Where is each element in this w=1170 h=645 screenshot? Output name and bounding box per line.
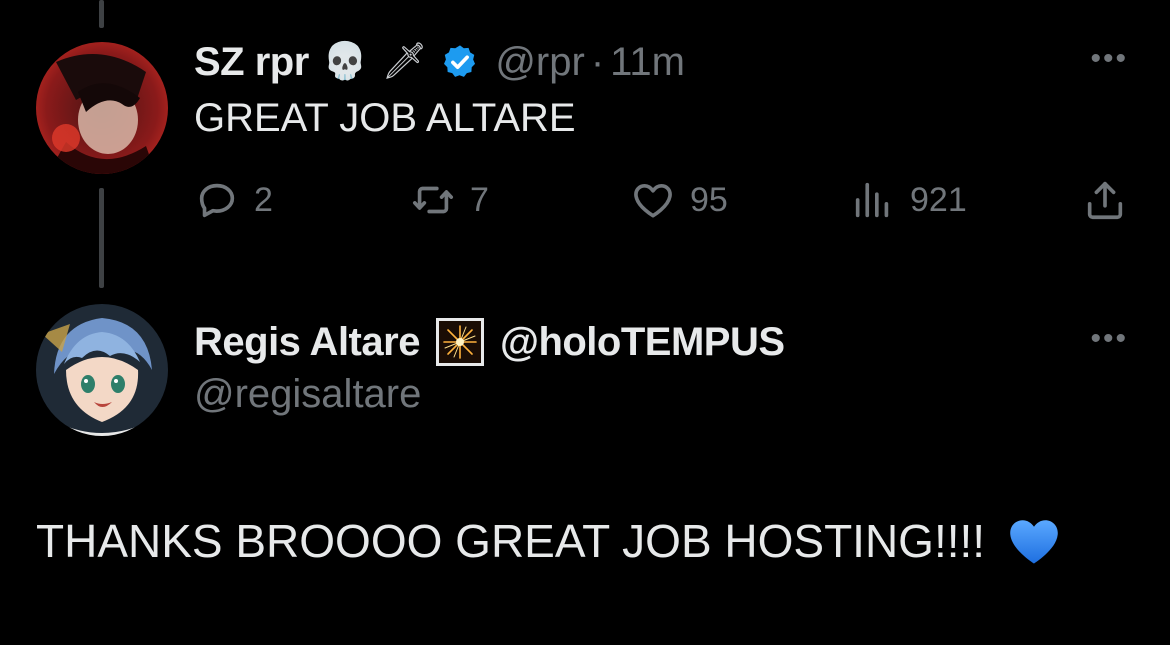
more-options-button[interactable]: •••	[1090, 44, 1128, 74]
reply-text-content: THANKS BROOOO GREAT JOB HOSTING!!!!	[36, 515, 986, 567]
reply-button[interactable]: 2	[194, 172, 273, 228]
affiliation-handle[interactable]: @holoTEMPUS	[500, 320, 785, 365]
share-icon	[1087, 181, 1123, 220]
reply-text: THANKS BROOOO GREAT JOB HOSTING!!!!	[36, 512, 1063, 570]
retweet-button[interactable]: 7	[410, 172, 489, 228]
retweet-count: 7	[470, 180, 489, 219]
verified-badge-icon[interactable]	[441, 43, 479, 81]
user-handle[interactable]: @regisaltare	[194, 372, 421, 417]
views-count: 921	[910, 180, 967, 219]
views-button[interactable]: 921	[850, 172, 967, 228]
retweet-icon	[412, 186, 454, 214]
user-handle[interactable]: @rpr	[495, 40, 585, 85]
like-icon	[634, 183, 672, 218]
timestamp[interactable]: 11m	[610, 40, 685, 85]
like-count: 95	[690, 180, 728, 219]
views-icon	[855, 182, 889, 218]
tweet-actions: 2 7 95 921	[0, 172, 1170, 228]
share-button[interactable]	[1082, 172, 1128, 228]
dagger-emoji-icon: 🗡	[381, 41, 428, 82]
firework-emoji-icon	[435, 318, 484, 366]
thread-connector-top	[99, 0, 104, 28]
avatar[interactable]	[36, 304, 168, 436]
reply-header: Regis Altare @holoTEMPUS	[194, 316, 785, 368]
reply-count: 2	[254, 180, 273, 219]
skull-emoji-icon: 💀	[322, 41, 368, 82]
separator-dot: ·	[590, 39, 605, 84]
reply-icon	[199, 183, 235, 218]
tweet-header: SZ rpr 💀 🗡 @rpr · 11m	[194, 36, 685, 88]
more-options-button[interactable]: •••	[1090, 324, 1128, 354]
tweet-text: GREAT JOB ALTARE	[194, 96, 576, 140]
blue-heart-emoji-icon	[1005, 512, 1063, 570]
like-button[interactable]: 95	[630, 172, 728, 228]
display-name[interactable]: Regis Altare	[194, 320, 420, 365]
display-name[interactable]: SZ rpr	[194, 40, 309, 85]
avatar[interactable]	[36, 42, 168, 174]
